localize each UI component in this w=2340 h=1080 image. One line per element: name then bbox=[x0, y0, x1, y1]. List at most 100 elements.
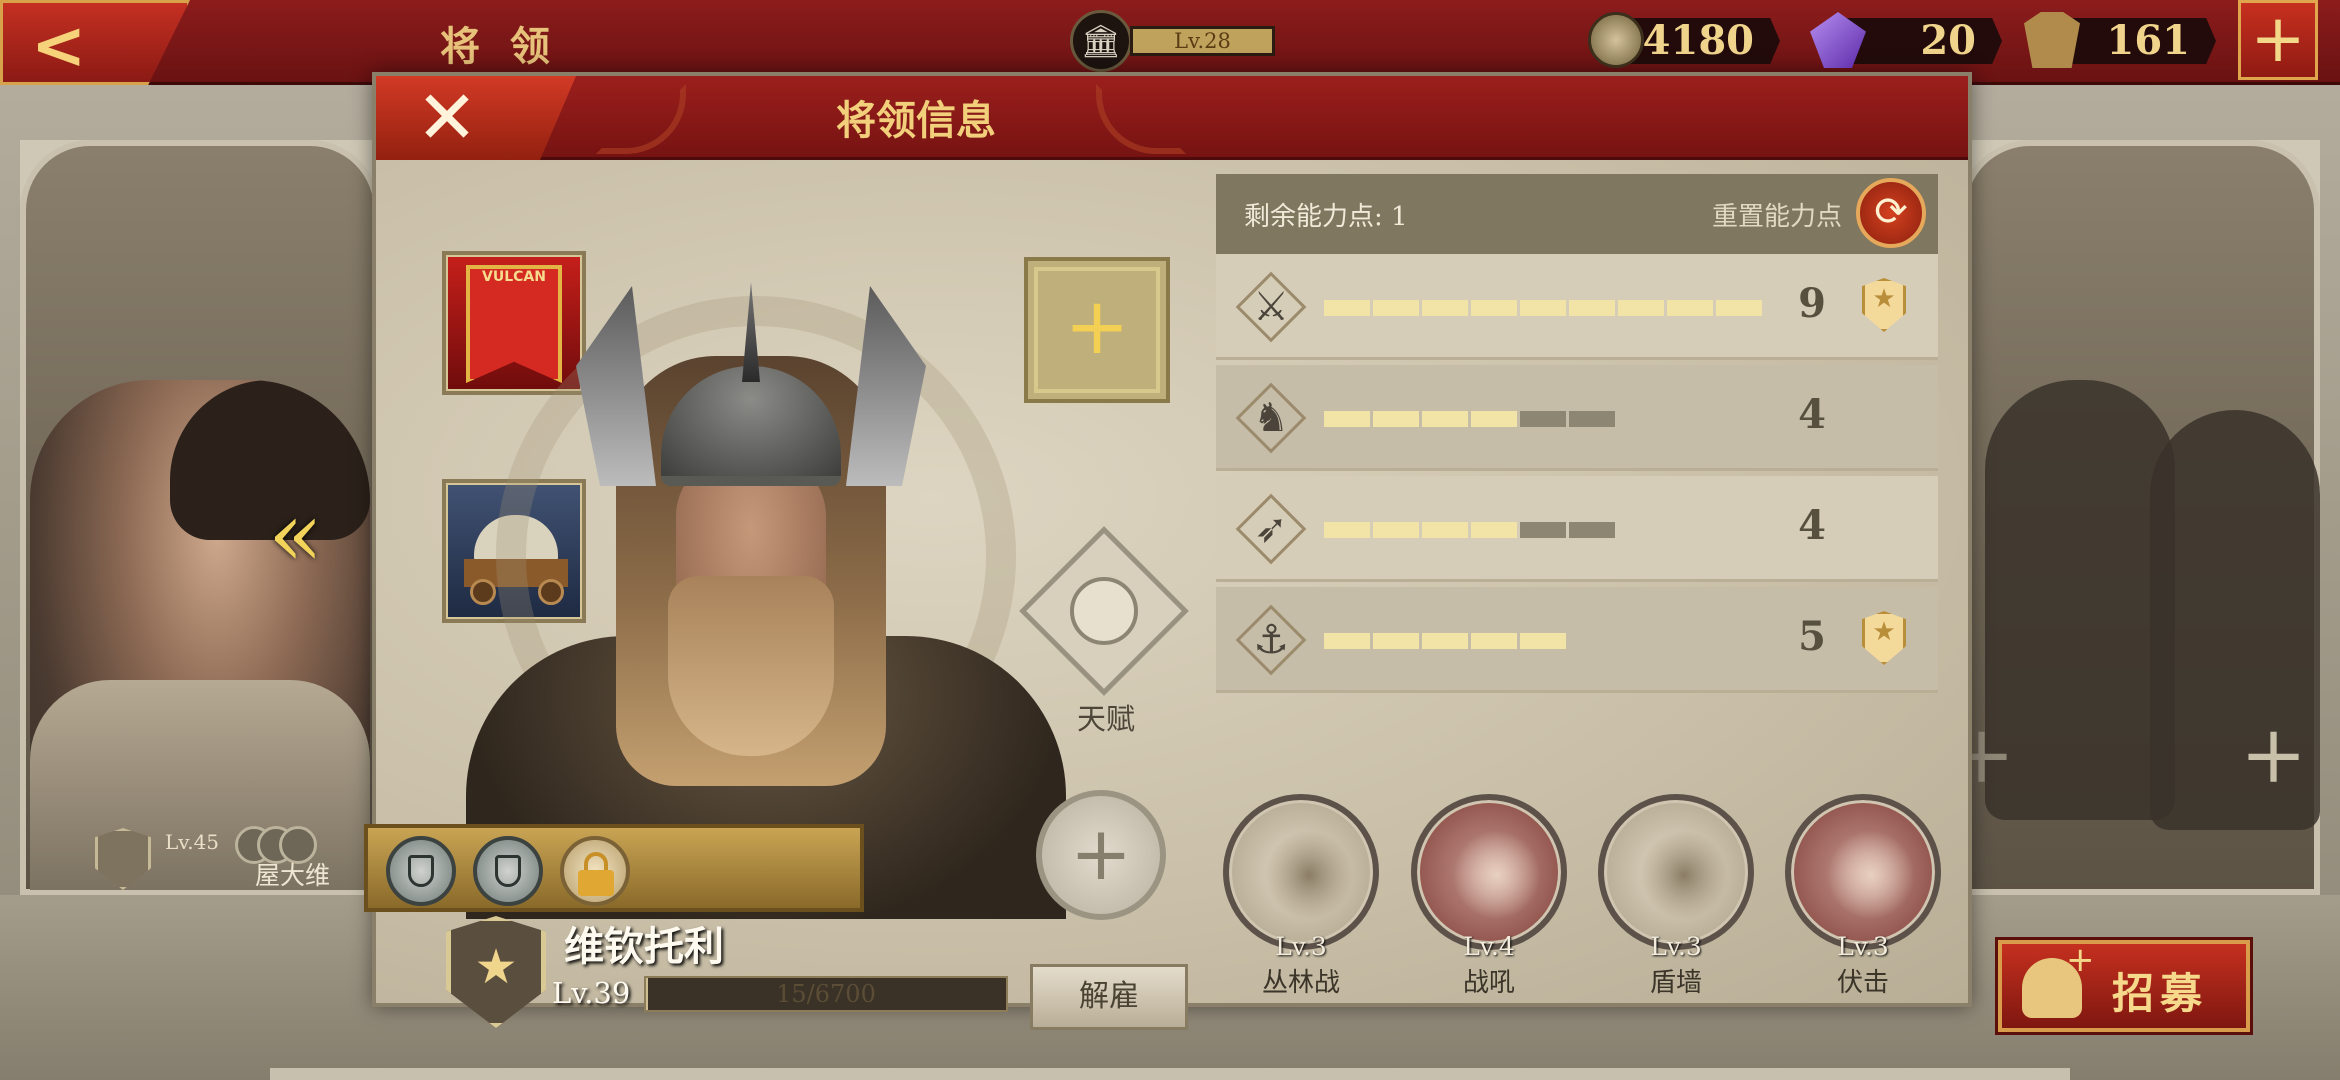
player-level: Lv.28 bbox=[1130, 26, 1275, 56]
stat-row: ➶ 4 bbox=[1216, 476, 1938, 582]
temple-icon: 🏛 bbox=[1070, 10, 1132, 72]
modal-header: ✕ 将领信息 bbox=[376, 76, 1968, 160]
spqr-resource[interactable]: 161 bbox=[2024, 12, 2220, 70]
stat-pip bbox=[1324, 522, 1370, 538]
stat-icon-glyph: ➶ bbox=[1254, 506, 1288, 552]
left-general-info: Lv.45 屋大维 bbox=[95, 820, 375, 890]
stat-pip bbox=[1569, 522, 1615, 538]
stat-icon-glyph: ♞ bbox=[1253, 395, 1289, 441]
stat-value: 5 bbox=[1798, 613, 1826, 660]
close-button[interactable]: ✕ bbox=[376, 76, 576, 160]
skill-shield-wall[interactable]: Lv.3 盾墙 bbox=[1596, 794, 1756, 998]
back-button[interactable]: < bbox=[0, 0, 190, 85]
stat-pip bbox=[1422, 522, 1468, 538]
stat-row: ⚔ 9 ★ bbox=[1216, 254, 1938, 360]
stat-pip bbox=[1667, 300, 1713, 316]
skill-name: 丛林战 bbox=[1261, 968, 1340, 998]
lion-icon bbox=[1070, 577, 1138, 645]
ability-points-header: 剩余能力点: 1 重置能力点 ⟳ bbox=[1216, 174, 1938, 254]
stat-pip bbox=[1324, 300, 1370, 316]
stat-pip bbox=[1471, 633, 1517, 649]
reset-points-button[interactable]: ⟳ bbox=[1856, 178, 1926, 248]
bow-icon[interactable]: ➶ bbox=[1235, 493, 1307, 565]
modal-title: 将领信息 bbox=[836, 97, 996, 144]
bottom-strip bbox=[270, 1068, 2070, 1080]
equipment-slot[interactable]: + bbox=[1024, 257, 1170, 403]
laurel-left-icon bbox=[596, 84, 686, 154]
xp-text: 15/6700 bbox=[776, 980, 876, 1008]
stat-pip bbox=[1716, 300, 1762, 316]
anchor-icon[interactable]: ⚓ bbox=[1235, 604, 1307, 676]
stat-row: ⚓ 5 ★ bbox=[1216, 587, 1938, 693]
skill-warcry[interactable]: Lv.4 战吼 bbox=[1409, 794, 1569, 998]
reset-points-label: 重置能力点 bbox=[1711, 202, 1842, 232]
warcry-icon bbox=[1411, 794, 1567, 950]
skill-level: Lv.3 bbox=[1650, 932, 1702, 961]
lock-icon[interactable] bbox=[560, 836, 630, 906]
laurel-right-icon bbox=[1096, 84, 1186, 154]
skill-art bbox=[1265, 830, 1353, 920]
stat-pip bbox=[1520, 411, 1566, 427]
sword-icon[interactable]: ⚔ bbox=[1235, 271, 1307, 343]
dismiss-button[interactable]: 解雇 bbox=[1030, 964, 1188, 1030]
skill-name: 伏击 bbox=[1836, 968, 1889, 998]
skill-forest[interactable]: Lv.3 丛林战 bbox=[1221, 794, 1381, 998]
general-info-modal: ✕ 将领信息 VULCAN + 天赋 + ★ 维钦托利 Lv.39 15/670… bbox=[364, 72, 1972, 1030]
stat-pip bbox=[1373, 300, 1419, 316]
portrait-beard bbox=[668, 576, 834, 756]
cavalry-icon[interactable]: ♞ bbox=[1235, 382, 1307, 454]
stat-pip bbox=[1520, 522, 1566, 538]
skill-art bbox=[1827, 830, 1915, 920]
shield-wall-icon bbox=[1598, 794, 1754, 950]
player-level-indicator[interactable]: 🏛 Lv.28 bbox=[1070, 10, 1276, 72]
stat-pip bbox=[1618, 300, 1664, 316]
stat-value: 4 bbox=[1798, 502, 1826, 549]
stat-row: ♞ 4 bbox=[1216, 365, 1938, 471]
stat-pip bbox=[1471, 522, 1517, 538]
skill-level: Lv.3 bbox=[1837, 932, 1889, 961]
gem-resource[interactable]: 20 bbox=[1810, 12, 2006, 70]
star-badge-icon: ★ bbox=[1848, 272, 1920, 342]
plus-icon: + bbox=[1069, 811, 1132, 897]
shield-medal-icon[interactable] bbox=[386, 836, 456, 906]
refresh-icon: ⟳ bbox=[1874, 189, 1908, 235]
recruit-button[interactable]: 招募 bbox=[1998, 940, 2250, 1032]
star-badge-icon: ★ bbox=[1848, 605, 1920, 675]
stat-pip bbox=[1422, 300, 1468, 316]
plus-icon: + bbox=[2250, 0, 2306, 77]
coin-resource[interactable]: 4180 bbox=[1588, 12, 1784, 70]
medal-bar bbox=[364, 824, 864, 912]
stat-pip bbox=[1520, 300, 1566, 316]
general-portrait bbox=[436, 256, 1076, 919]
skill-name: 战吼 bbox=[1462, 968, 1515, 998]
stat-value: 9 bbox=[1798, 280, 1826, 327]
add-slot-button[interactable]: + bbox=[1036, 790, 1166, 920]
prev-general-arrow-icon[interactable]: « bbox=[268, 480, 338, 590]
stat-pip bbox=[1520, 633, 1566, 649]
skill-art bbox=[1640, 830, 1728, 920]
stat-pip bbox=[1569, 411, 1615, 427]
forest-icon bbox=[1223, 794, 1379, 950]
remaining-points: 剩余能力点: 1 bbox=[1244, 202, 1408, 232]
skill-level: Lv.4 bbox=[1463, 932, 1515, 961]
stat-pip bbox=[1373, 522, 1419, 538]
eye-of-horus-plus-icon: + bbox=[1064, 282, 1130, 372]
stat-pip bbox=[1324, 633, 1370, 649]
skill-art bbox=[1453, 830, 1541, 920]
coin-icon bbox=[1588, 12, 1644, 68]
left-general-portrait[interactable] bbox=[30, 380, 370, 890]
xp-bar: 15/6700 bbox=[644, 976, 1008, 1012]
stat-pip bbox=[1373, 411, 1419, 427]
general-name: 维钦托利 bbox=[564, 923, 724, 970]
stat-pip bbox=[1373, 633, 1419, 649]
modal-body: VULCAN + 天赋 + ★ 维钦托利 Lv.39 15/6700 解雇 剩余… bbox=[364, 160, 1968, 1030]
right-slot-plus-icon[interactable]: + bbox=[2240, 715, 2307, 795]
helmet-plus-icon bbox=[2022, 940, 2095, 1018]
add-resource-button[interactable]: + bbox=[2238, 0, 2318, 80]
stat-pip bbox=[1422, 411, 1468, 427]
skill-ambush[interactable]: Lv.3 伏击 bbox=[1783, 794, 1943, 998]
skill-level: Lv.3 bbox=[1275, 932, 1327, 961]
left-general-level: Lv.45 bbox=[165, 830, 220, 854]
gate-medal-icon[interactable] bbox=[473, 836, 543, 906]
stat-pip bbox=[1471, 411, 1517, 427]
